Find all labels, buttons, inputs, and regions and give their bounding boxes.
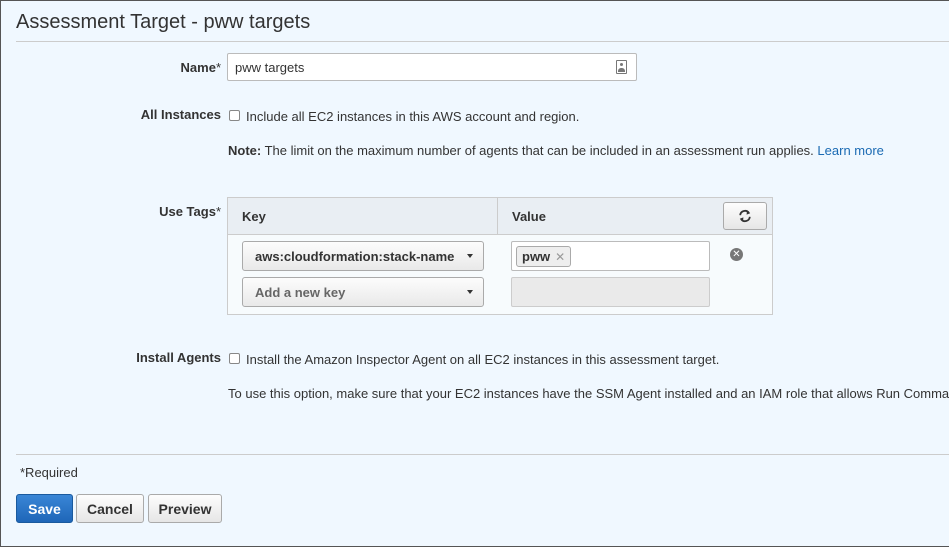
preview-button[interactable]: Preview [148, 494, 222, 523]
learn-more-link[interactable]: Learn more [817, 143, 883, 158]
refresh-button[interactable] [723, 202, 767, 230]
refresh-icon [739, 209, 751, 223]
add-key-select[interactable]: Add a new key [242, 277, 484, 307]
tag-value-input[interactable]: pww ✕ [511, 241, 710, 271]
install-agents-checkbox[interactable] [229, 353, 240, 364]
note-prefix: Note: [228, 143, 262, 158]
add-value-input [511, 277, 710, 307]
page-title: Assessment Target - pww targets [16, 11, 311, 33]
value-column-header: Value [512, 209, 546, 224]
remove-tag-icon[interactable]: ✕ [730, 248, 743, 261]
name-input[interactable]: pww targets [227, 53, 637, 81]
install-agents-checkbox-label: Install the Amazon Inspector Agent on al… [246, 352, 720, 367]
chip-close-icon[interactable]: ✕ [555, 250, 565, 264]
add-key-placeholder: Add a new key [255, 285, 346, 300]
all-instances-label: All Instances [140, 107, 221, 122]
key-column-header: Key [242, 209, 266, 224]
footer-divider [16, 454, 949, 455]
assessment-target-panel: Assessment Target - pww targets Name* pw… [0, 0, 949, 547]
name-input-value: pww targets [235, 60, 305, 75]
all-instances-checkbox[interactable] [229, 110, 240, 121]
install-agents-info: To use this option, make sure that your … [228, 386, 949, 401]
cancel-button[interactable]: Cancel [76, 494, 144, 523]
agent-limit-note: Note: The limit on the maximum number of… [228, 143, 884, 158]
title-divider [16, 41, 949, 42]
contact-card-icon [616, 60, 627, 74]
column-divider [497, 198, 498, 235]
all-instances-checkbox-label: Include all EC2 instances in this AWS ac… [246, 109, 580, 124]
tag-key-value: aws:cloudformation:stack-name [255, 249, 455, 264]
tag-key-select[interactable]: aws:cloudformation:stack-name [242, 241, 484, 271]
tag-value-chip: pww ✕ [516, 246, 572, 267]
use-tags-label: Use Tags* [159, 204, 221, 219]
note-text: The limit on the maximum number of agent… [264, 143, 814, 158]
tag-value-chip-label: pww [522, 249, 551, 264]
save-button[interactable]: Save [16, 494, 73, 523]
required-note: *Required [20, 465, 78, 480]
chevron-down-icon [467, 254, 473, 258]
chevron-down-icon [467, 290, 473, 294]
name-label: Name* [180, 60, 221, 75]
install-agents-label: Install Agents [136, 350, 221, 365]
tags-table-header: Key Value [228, 198, 772, 235]
